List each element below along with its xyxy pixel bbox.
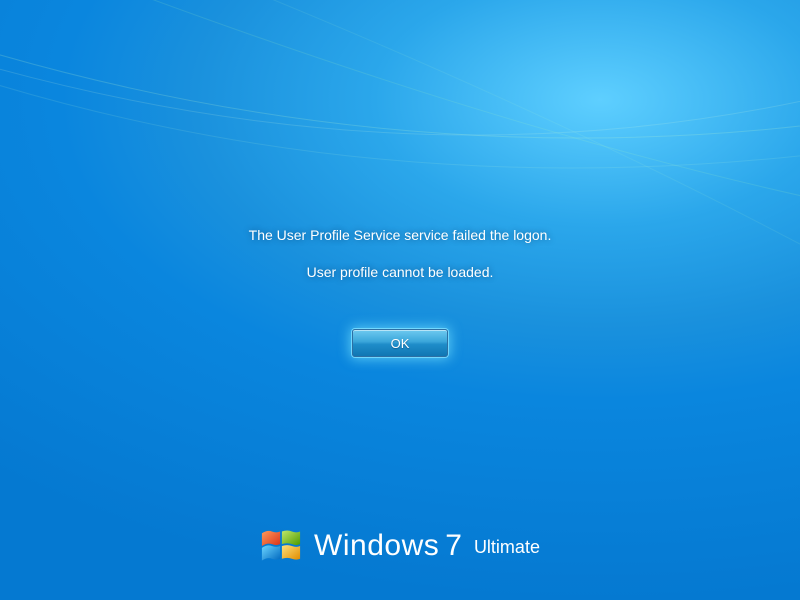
brand-number: 7 — [445, 529, 462, 563]
brand-name: Windows — [314, 529, 439, 563]
branding-area: Windows 7 Ultimate — [0, 526, 800, 566]
ok-button[interactable]: OK — [352, 329, 448, 357]
error-line-1: The User Profile Service service failed … — [249, 225, 552, 246]
error-message-area: The User Profile Service service failed … — [0, 225, 800, 357]
windows-logo-icon — [260, 526, 302, 566]
brand-text: Windows 7 Ultimate — [314, 529, 540, 563]
brand-edition: Ultimate — [474, 537, 540, 558]
error-line-2: User profile cannot be loaded. — [307, 262, 494, 283]
